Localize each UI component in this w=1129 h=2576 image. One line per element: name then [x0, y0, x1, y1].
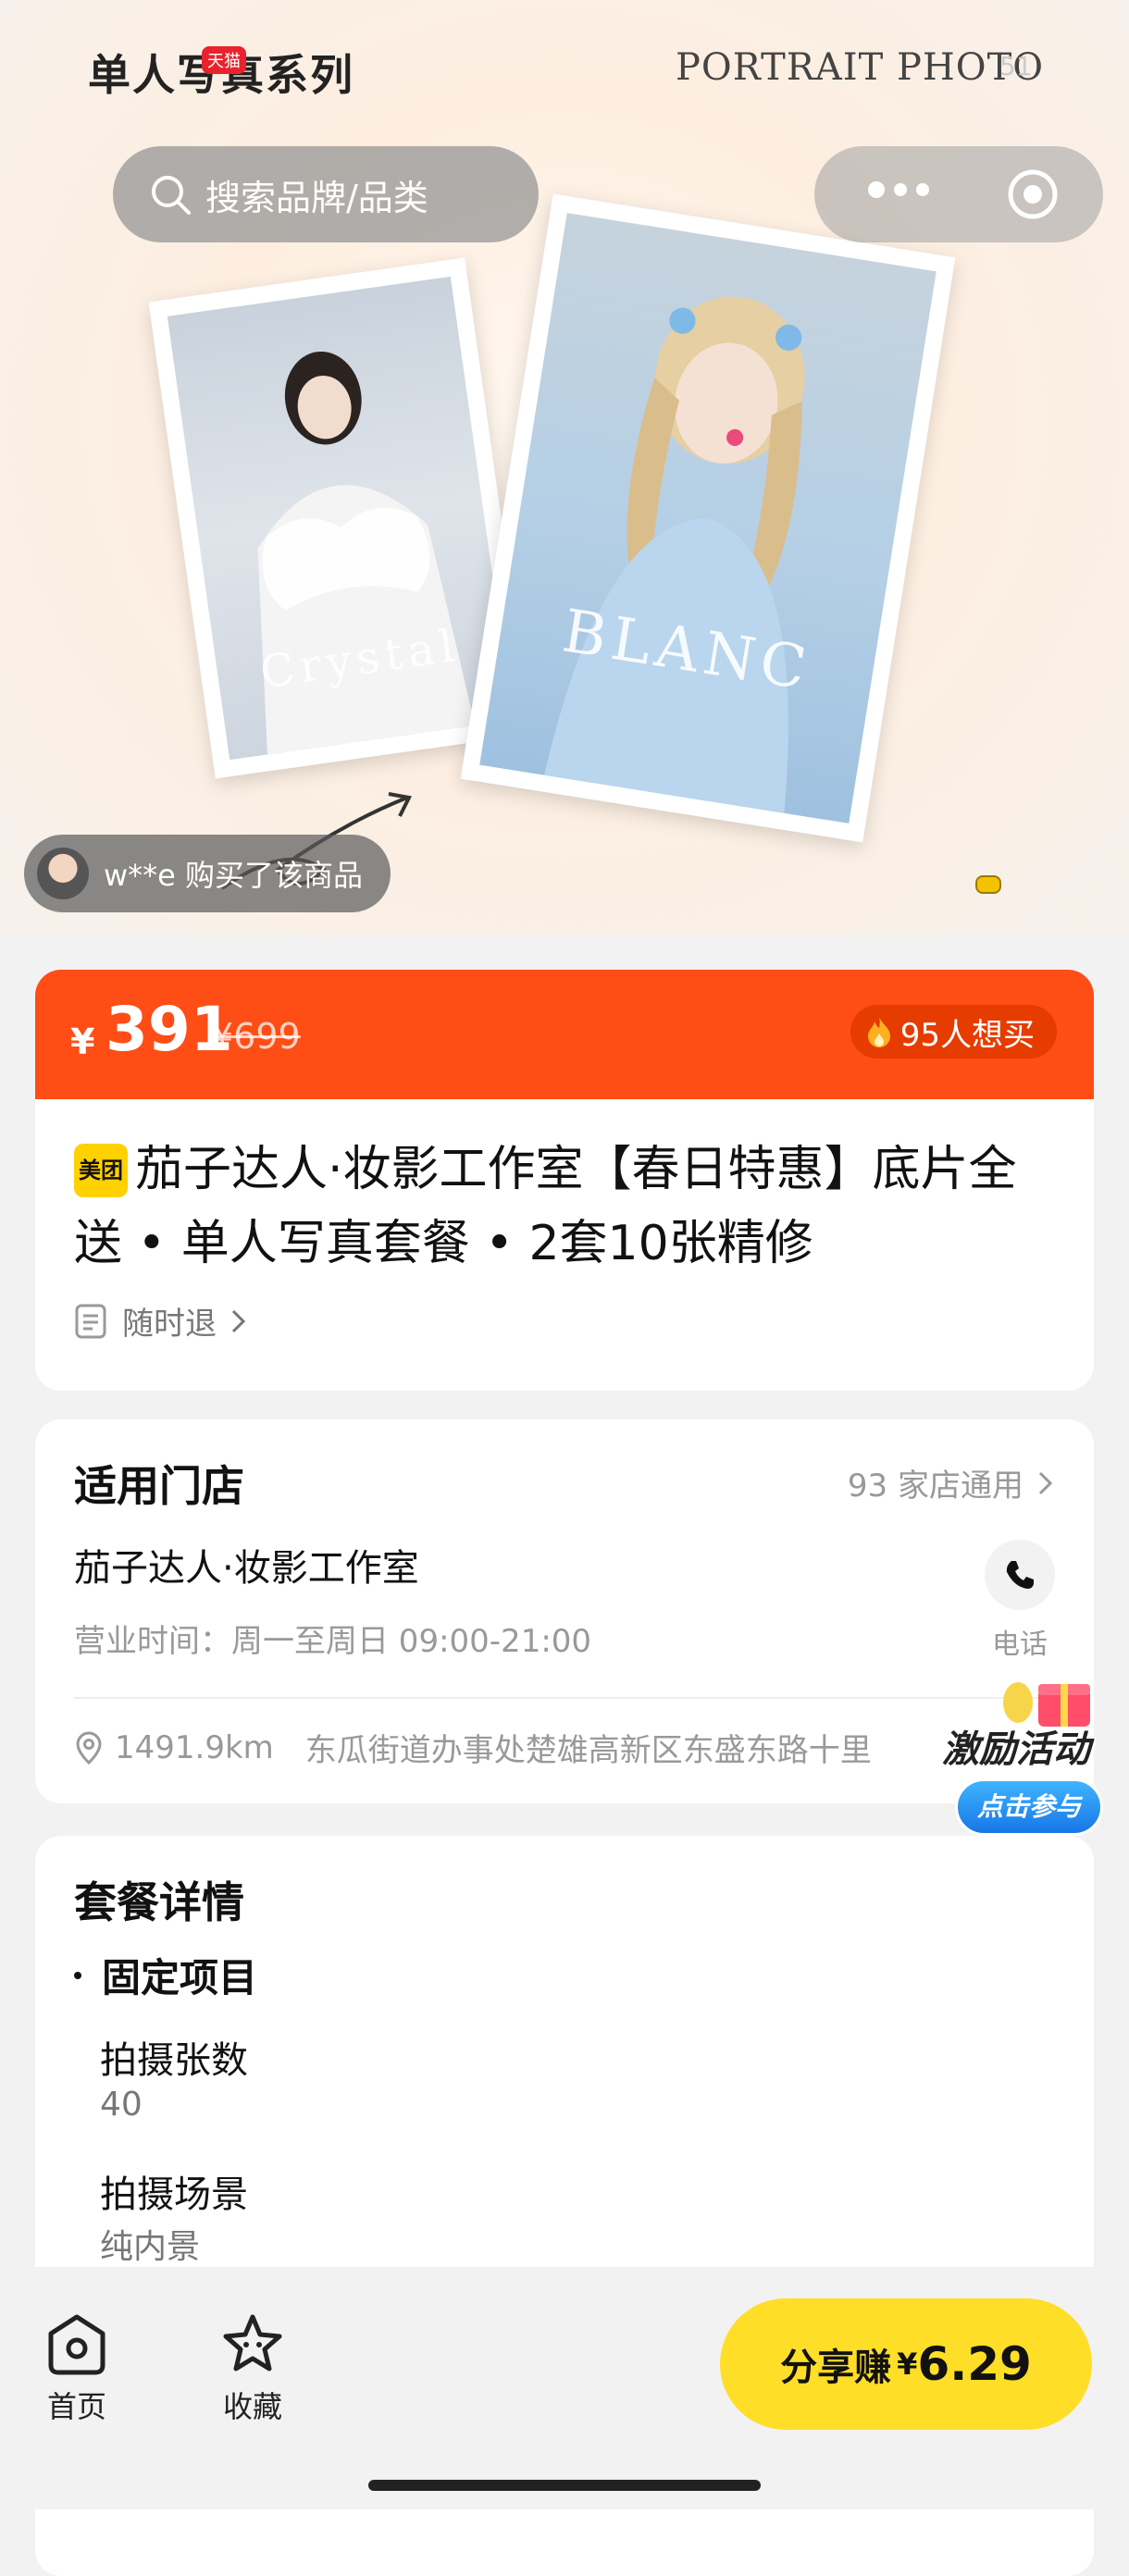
location-pin-icon	[76, 1730, 102, 1765]
hero-banner[interactable]: 单人写真系列 天猫 PORTRAIT PHOTO 51 Crystal BLAN…	[0, 0, 1129, 935]
hero-subtitle-number: 51	[999, 51, 1033, 81]
portrait-figure-right	[544, 296, 805, 813]
product-info: 美团 茄子达人·妆影工作室【春日特惠】底片全送 • 单人写真套餐 • 2套10张精…	[35, 1099, 1094, 1391]
phone-icon	[1006, 1561, 1034, 1589]
share-label: 分享赚	[780, 2347, 892, 2389]
portrait-photo-right: BLANC	[460, 193, 956, 843]
promo-join-button[interactable]: 点击参与	[955, 1778, 1103, 1836]
refund-policy[interactable]: 随时退	[74, 1298, 248, 1344]
product-title-text: 茄子达人·妆影工作室【春日特惠】底片全送 • 单人写真套餐 • 2套10张精修	[74, 1142, 1017, 1271]
hero-subtitle: PORTRAIT PHOTO	[676, 46, 1045, 89]
package-item-label: 拍摄场景	[100, 2174, 248, 2216]
package-group-title: 固定项目	[102, 1955, 258, 2000]
share-currency: ¥	[897, 2347, 918, 2382]
star-icon	[223, 2314, 282, 2372]
package-group: 固定项目	[74, 1947, 257, 2003]
price-currency: ¥	[70, 1022, 95, 1062]
chevron-right-icon	[1038, 1471, 1053, 1494]
want-count-badge: 95人想买	[850, 1005, 1057, 1059]
store-hours: 营业时间：周一至周日 09:00-21:00	[74, 1623, 592, 1660]
refund-text: 随时退	[122, 1306, 217, 1343]
product-title: 美团 茄子达人·妆影工作室【春日特惠】底片全送 • 单人写真套餐 • 2套10张精…	[74, 1133, 1055, 1281]
bottom-action-bar: 首页 收藏 分享赚 ¥ 6.29	[0, 2267, 1129, 2509]
nav-home-label: 首页	[46, 2389, 106, 2424]
document-icon	[75, 1304, 106, 1338]
mini-program-capsule[interactable]	[814, 146, 1103, 242]
buyer-avatar	[37, 848, 89, 899]
search-placeholder: 搜索品牌/品类	[205, 177, 428, 218]
search-icon	[152, 176, 191, 215]
tmall-badge: 天猫	[202, 46, 246, 74]
price-bar: ¥ 391 ¥699 95人想买	[35, 970, 1094, 1099]
nav-home[interactable]: 首页	[26, 2311, 128, 2426]
home-indicator[interactable]	[368, 2480, 761, 2491]
original-price: ¥699	[211, 1016, 301, 1057]
fire-icon	[867, 1017, 890, 1047]
meituan-badge: 美团	[74, 1144, 128, 1197]
store-name[interactable]: 茄子达人·妆影工作室	[74, 1538, 419, 1591]
store-card: 适用门店 93 家店通用 茄子达人·妆影工作室 营业时间：周一至周日 09:00…	[35, 1419, 1094, 1803]
divider	[74, 1697, 1055, 1699]
want-count-text: 95人想买	[899, 1016, 1035, 1054]
incentive-promo-widget[interactable]: 激励活动 点击参与	[942, 1666, 1118, 1851]
chevron-right-icon	[231, 1309, 246, 1332]
search-bar[interactable]: 搜索品牌/品类	[113, 146, 539, 242]
package-section-title: 套餐详情	[74, 1877, 244, 1927]
home-icon	[48, 2314, 105, 2375]
nav-favorite[interactable]: 收藏	[202, 2311, 304, 2426]
buyer-notice: w**e 购买了该商品	[24, 835, 391, 912]
package-item-value: 40	[100, 2086, 143, 2124]
store-count-text: 93 家店通用	[847, 1468, 1024, 1505]
price-card: ¥ 391 ¥699 95人想买 美团 茄子达人·妆影工作室【春日特惠】底片全送 …	[35, 970, 1094, 1391]
nav-favorite-label: 收藏	[222, 2389, 282, 2424]
package-item-label: 拍摄张数	[100, 2039, 248, 2082]
more-icon[interactable]	[868, 181, 929, 198]
bullet-dot	[74, 1971, 81, 1979]
package-item-value: 纯内景	[100, 2228, 201, 2266]
close-target-icon[interactable]	[1005, 167, 1061, 222]
store-count-link[interactable]: 93 家店通用	[848, 1460, 1055, 1505]
phone-button[interactable]	[985, 1540, 1055, 1610]
store-section-title: 适用门店	[74, 1461, 244, 1511]
store-address-text: 东瓜街道办事处楚雄高新区东盛东路十里	[304, 1732, 872, 1769]
buyer-notice-text: w**e 购买了该商品	[104, 858, 364, 893]
share-amount: 6.29	[917, 2337, 1032, 2391]
store-address[interactable]: 1491.9km 东瓜街道办事处楚雄高新区东盛东路十里	[74, 1725, 1036, 1770]
carousel-indicator[interactable]	[975, 875, 1001, 894]
phone-label: 电话	[992, 1629, 1048, 1661]
store-distance: 1491.9km	[115, 1728, 274, 1766]
promo-title: 激励活动	[942, 1728, 1090, 1771]
share-earn-button[interactable]: 分享赚 ¥ 6.29	[720, 2298, 1092, 2430]
